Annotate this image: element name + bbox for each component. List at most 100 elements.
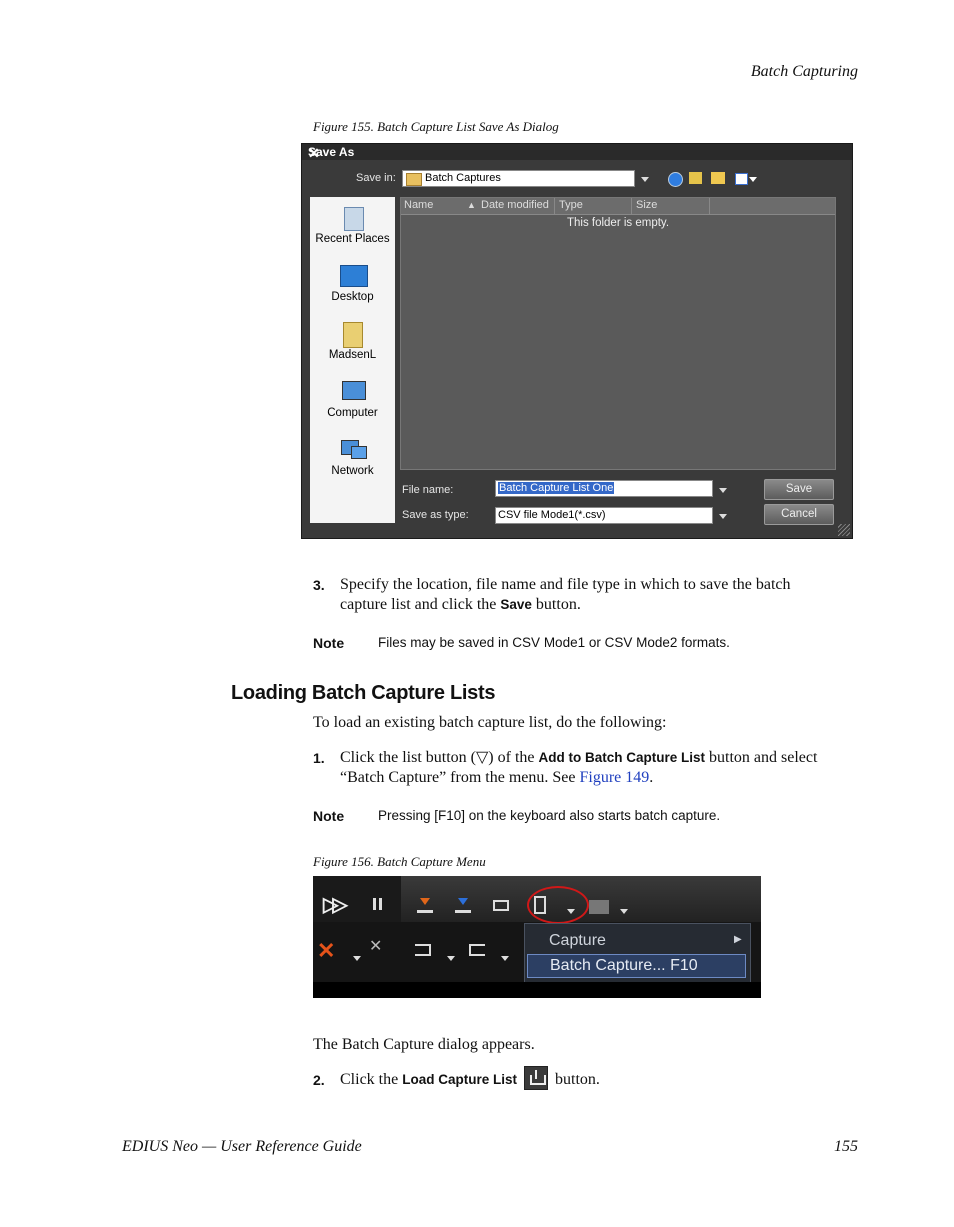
page-number: 155 — [834, 1138, 858, 1155]
save-as-type-select[interactable]: CSV file Mode1(*.csv) — [495, 507, 713, 524]
chevron-down-icon[interactable] — [641, 177, 649, 182]
file-name-input[interactable]: Batch Capture List One — [495, 480, 713, 497]
empty-folder-message: This folder is empty. — [566, 217, 670, 229]
chevron-down-icon[interactable] — [353, 956, 361, 961]
step-1-text: Click the list button (▽) of the Add to … — [340, 748, 860, 788]
menu-item-batch-capture[interactable]: Batch Capture... F10 — [527, 954, 746, 978]
place-label: MadsenL — [328, 349, 377, 361]
overwrite-icon[interactable] — [469, 944, 485, 956]
save-as-type-label: Save as type: — [402, 509, 469, 521]
dialog-titlebar: Save As ✕ — [302, 144, 852, 162]
save-in-dropdown[interactable]: Batch Captures — [402, 170, 635, 187]
network-icon — [338, 437, 368, 463]
save-in-value: Batch Captures — [425, 172, 501, 184]
menu-item-capture[interactable]: Capture — [549, 932, 606, 950]
mark-in-icon[interactable] — [417, 898, 433, 913]
running-head: Batch Capturing — [750, 63, 858, 80]
chevron-down-icon[interactable] — [447, 956, 455, 961]
place-recent-places[interactable]: Recent Places — [310, 205, 395, 245]
chevron-down-icon[interactable] — [719, 514, 727, 519]
batch-capture-menu-screenshot: ▷▷ ✕ ✕ Capture ▶ Batch Capture... F10 — [313, 876, 761, 998]
back-icon[interactable] — [668, 172, 683, 187]
step-text: Click the list button (▽) of the — [340, 749, 539, 766]
place-label: Recent Places — [315, 233, 390, 245]
view-menu-chevron-icon[interactable] — [749, 177, 757, 182]
step-3-text: Specify the location, file name and file… — [340, 575, 860, 615]
mark-out-icon[interactable] — [455, 898, 471, 913]
step-number: 2. — [313, 1072, 325, 1088]
batch-capture-icon[interactable] — [589, 900, 609, 914]
save-button[interactable]: Save — [764, 479, 834, 500]
ripple-delete-icon[interactable]: ✕ — [369, 936, 382, 956]
step-text: Specify the location, file name and file… — [340, 576, 791, 593]
save-as-dialog: Save As ✕ Save in: Batch Captures Recent… — [301, 143, 853, 539]
note-label: Note — [313, 808, 345, 824]
place-network[interactable]: Network — [310, 437, 395, 477]
add-to-batch-icon[interactable] — [493, 900, 509, 911]
computer-icon — [338, 379, 368, 405]
insert-icon[interactable] — [415, 944, 431, 956]
note-text: Pressing [F10] on the keyboard also star… — [378, 808, 721, 823]
chevron-down-icon[interactable] — [620, 909, 628, 914]
chevron-down-icon[interactable] — [501, 956, 509, 961]
view-menu-icon[interactable] — [735, 173, 748, 185]
user-folder-icon — [338, 321, 368, 348]
recent-places-icon — [338, 205, 368, 231]
pause-icon[interactable] — [373, 898, 376, 910]
figure-caption: Figure 155. Batch Capture List Save As D… — [313, 119, 559, 134]
cancel-button[interactable]: Cancel — [764, 504, 834, 525]
up-folder-icon[interactable] — [689, 172, 702, 184]
column-header: Name ▲ Date modified Type Size — [401, 198, 835, 215]
places-bar: Recent Places Desktop MadsenL Computer N… — [310, 197, 395, 523]
step-2-text: Click the Load Capture List — [340, 1070, 517, 1090]
delete-icon[interactable]: ✕ — [317, 938, 335, 964]
step-text: button and select — [705, 749, 818, 766]
column-divider — [631, 198, 632, 214]
new-folder-icon[interactable] — [711, 172, 725, 184]
column-date-modified[interactable]: Date modified — [481, 199, 549, 211]
column-type[interactable]: Type — [559, 199, 583, 211]
close-icon[interactable]: ✕ — [308, 145, 846, 162]
step-number: 1. — [313, 750, 325, 766]
figure-caption: Figure 156. Batch Capture Menu — [313, 854, 486, 869]
save-as-type-value: CSV file Mode1(*.csv) — [498, 509, 606, 521]
file-name-value: Batch Capture List One — [498, 482, 615, 494]
submenu-arrow-icon: ▶ — [734, 934, 742, 945]
column-size[interactable]: Size — [636, 199, 657, 211]
dropdown-menu: Capture ▶ Batch Capture... F10 — [524, 923, 751, 983]
step-text: button. — [555, 1071, 600, 1088]
list-button-chevron-icon[interactable] — [567, 909, 575, 914]
step-text: . — [649, 769, 654, 786]
section-heading: Loading Batch Capture Lists — [231, 682, 496, 704]
step-text: Click the — [340, 1071, 403, 1088]
section-intro: To load an existing batch capture list, … — [313, 714, 667, 731]
step-text: “Batch Capture” from the menu. See — [340, 769, 580, 786]
folder-icon — [406, 173, 422, 186]
load-capture-list-icon — [524, 1066, 548, 1090]
column-divider — [709, 198, 710, 214]
place-desktop[interactable]: Desktop — [310, 263, 395, 303]
fast-forward-icon[interactable]: ▷▷ — [323, 892, 348, 917]
chevron-down-icon[interactable] — [719, 488, 727, 493]
note-label: Note — [313, 635, 345, 651]
figure-link[interactable]: Figure 149 — [579, 769, 649, 786]
resize-grip-icon[interactable] — [838, 524, 850, 536]
status-strip — [313, 982, 761, 998]
menu-item-label: Batch Capture... F10 — [550, 957, 698, 974]
step-number: 3. — [313, 577, 325, 593]
footer-title: EDIUS Neo — User Reference Guide — [122, 1138, 362, 1155]
desktop-icon — [338, 263, 368, 289]
sort-arrow-icon: ▲ — [467, 200, 476, 210]
paragraph: The Batch Capture dialog appears. — [313, 1036, 535, 1053]
note-text: Files may be saved in CSV Mode1 or CSV M… — [378, 635, 730, 650]
column-name[interactable]: Name — [404, 199, 433, 211]
step-text: capture list and click the — [340, 596, 501, 613]
column-divider — [554, 198, 555, 214]
add-to-batch-capture-list-icon[interactable] — [534, 896, 546, 914]
place-label: Desktop — [331, 291, 374, 303]
place-computer[interactable]: Computer — [310, 379, 395, 419]
place-user[interactable]: MadsenL — [310, 321, 395, 361]
file-list[interactable]: Name ▲ Date modified Type Size This fold… — [400, 197, 836, 470]
place-label: Network — [331, 465, 374, 477]
ui-term: Load Capture List — [402, 1072, 517, 1087]
